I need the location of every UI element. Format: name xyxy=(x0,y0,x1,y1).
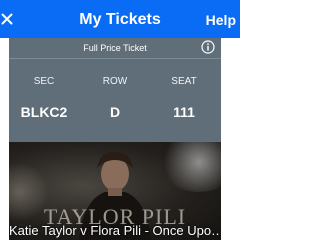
divider xyxy=(9,58,221,59)
seat-label: SEAT xyxy=(171,76,197,87)
section-label: SEC xyxy=(33,76,55,87)
event-title: Katie Taylor v Flora Pili - Once Upo… xyxy=(9,223,221,238)
info-icon xyxy=(201,40,215,54)
section-value: BLKC2 xyxy=(20,104,68,120)
ticket-type-label: Full Price Ticket xyxy=(83,43,147,53)
ticket-card[interactable]: Full Price Ticket SEC ROW SEAT BLKC2 D 1… xyxy=(9,38,221,240)
page-title: My Tickets xyxy=(79,11,161,28)
seat-value: 111 xyxy=(173,104,195,120)
row-label: ROW xyxy=(102,76,128,87)
app-header: My Tickets Help xyxy=(0,0,240,38)
info-button[interactable] xyxy=(201,40,215,54)
row-value: D xyxy=(109,104,121,120)
help-link[interactable]: Help xyxy=(206,12,236,28)
